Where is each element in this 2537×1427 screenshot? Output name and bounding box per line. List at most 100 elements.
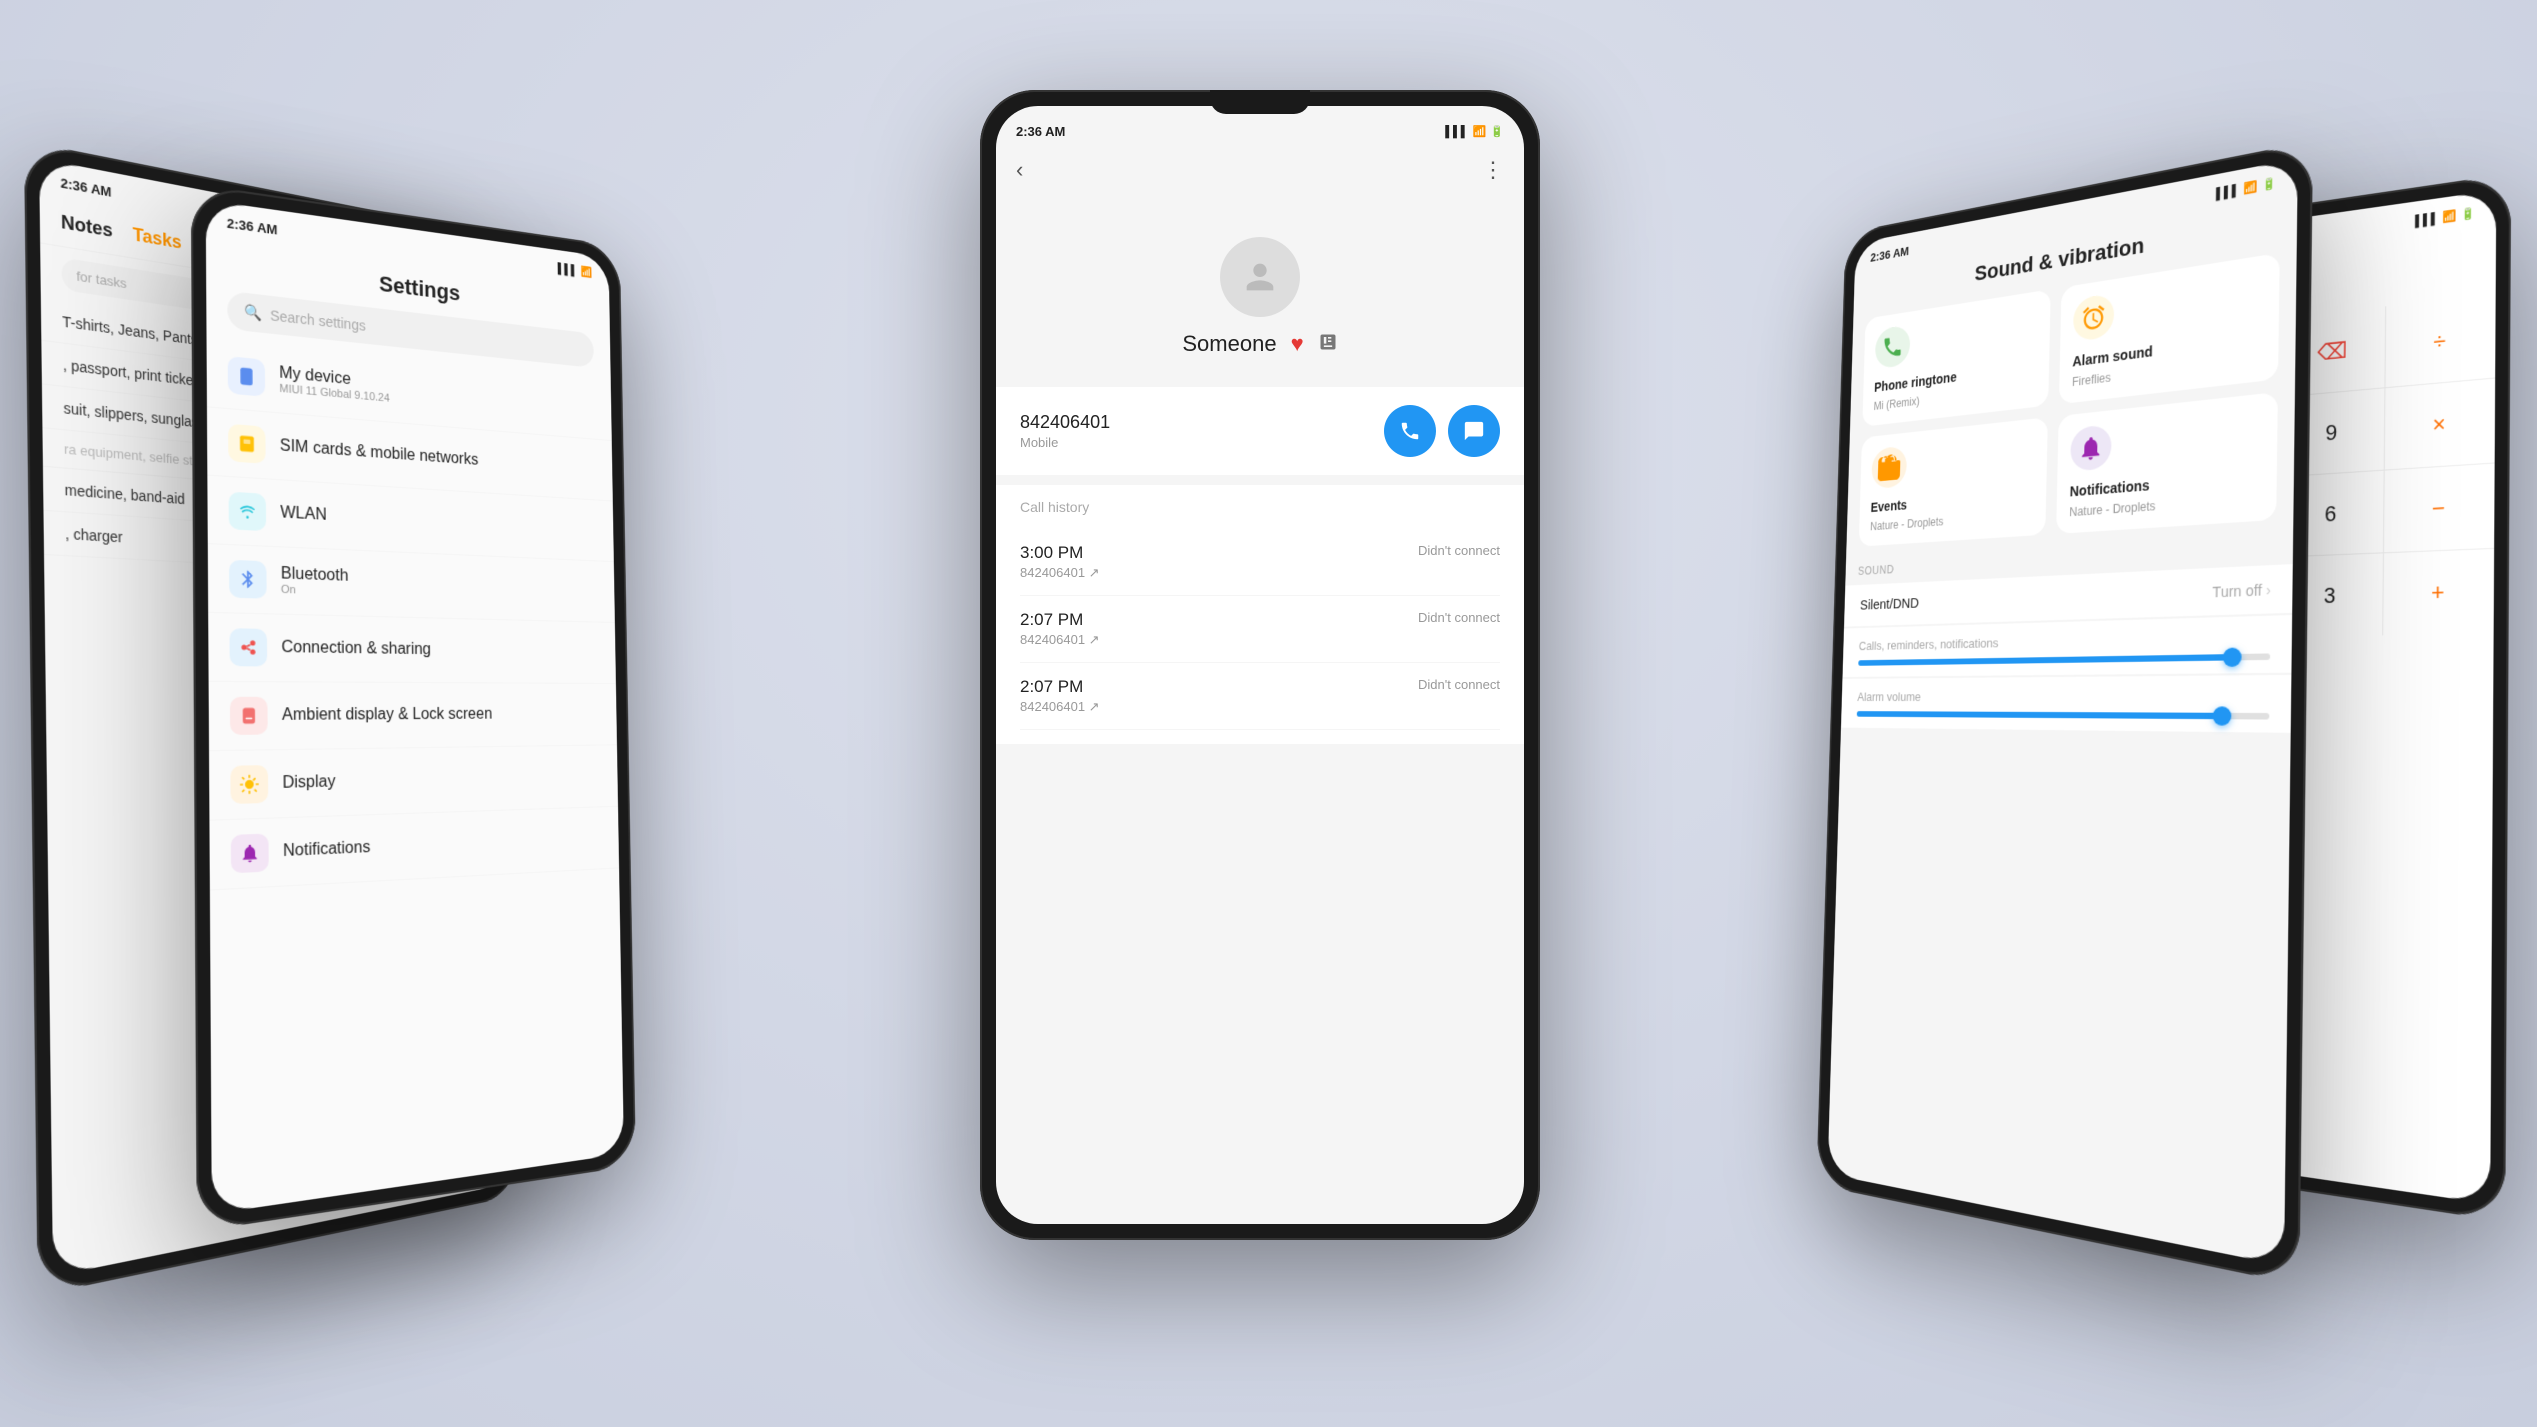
phone-right-sound: 2:36 AM ▌▌▌ 📶 🔋 Sound & vibration Phone …	[1816, 141, 2313, 1285]
wifi-calc: 📶	[2443, 209, 2457, 224]
heart-icon[interactable]: ♥	[1291, 331, 1304, 357]
dnd-label: Silent/DND	[1860, 595, 1919, 613]
tab-notes[interactable]: Notes	[61, 211, 113, 242]
bluetooth-icon	[229, 560, 267, 599]
call-history-section: Call history 3:00 PM 842406401 ↗ Didn't …	[996, 485, 1524, 744]
wlan-icon	[229, 492, 267, 532]
connection-icon	[229, 628, 267, 666]
message-button[interactable]	[1448, 405, 1500, 457]
more-button[interactable]: ⋮	[1482, 157, 1504, 183]
calls-slider-fill	[1858, 654, 2232, 666]
notch	[1210, 90, 1310, 114]
calc-btn-minus[interactable]: −	[2384, 464, 2495, 553]
display-icon	[230, 765, 268, 804]
notifications-sound-icon	[2070, 424, 2112, 472]
phone-center-call: 2:36 AM ▌▌▌ 📶 🔋 ‹ ⋮ Someone ♥	[980, 90, 1540, 1240]
events-icon	[1871, 446, 1907, 490]
phones-container: 2:36 AM ▌▌▌ 📶 Notes Tasks ⋮ for tasks T-…	[0, 0, 2537, 1427]
phone-type: Mobile	[1020, 435, 1110, 450]
wifi-center: 📶	[1473, 125, 1487, 138]
signal-settings: ▌▌▌	[558, 263, 578, 277]
settings-item-connection[interactable]: Connection & sharing	[208, 613, 616, 684]
notifications-icon	[231, 833, 269, 873]
ambient-icon	[230, 697, 268, 735]
call-entry-2[interactable]: 2:07 PM 842406401 ↗ Didn't connect	[1020, 596, 1500, 663]
call-status: Didn't connect	[1418, 677, 1500, 692]
calc-btn-multiply[interactable]: ×	[2384, 379, 2495, 470]
calc-btn-divide[interactable]: ÷	[2385, 294, 2495, 387]
call-number: 842406401 ↗	[1020, 699, 1100, 715]
status-icons-center: ▌▌▌ 📶 🔋	[1445, 125, 1504, 138]
call-status: Didn't connect	[1418, 543, 1500, 558]
back-button[interactable]: ‹	[1016, 157, 1023, 183]
edit-icon[interactable]	[1318, 332, 1338, 357]
signal-right: ▌▌▌	[2216, 184, 2240, 201]
alarm-slider-label: Alarm volume	[1857, 688, 2270, 704]
battery-right: 🔋	[2262, 176, 2277, 192]
search-placeholder: Search settings	[270, 306, 366, 333]
calls-slider-label: Calls, reminders, notifications	[1859, 629, 2271, 653]
contact-section: Someone ♥	[996, 197, 1524, 387]
mydevice-text: My device MIUI 11 Global 9.10.24	[279, 364, 390, 405]
phone-settings: 2:36 AM ▌▌▌ 📶 Settings 🔍 Search settings…	[191, 183, 636, 1231]
call-info: 2:07 PM 842406401 ↗	[1020, 610, 1100, 648]
mydevice-icon	[228, 356, 266, 397]
settings-screen: 2:36 AM ▌▌▌ 📶 Settings 🔍 Search settings…	[206, 200, 624, 1214]
alarm-slider-thumb[interactable]	[2212, 706, 2231, 725]
phone-number-row: 842406401 Mobile	[1020, 405, 1500, 457]
call-entry-1[interactable]: 3:00 PM 842406401 ↗ Didn't connect	[1020, 529, 1500, 596]
call-header: ‹ ⋮	[996, 143, 1524, 197]
call-entry-row: 2:07 PM 842406401 ↗ Didn't connect	[1020, 677, 1500, 715]
call-info: 3:00 PM 842406401 ↗	[1020, 543, 1100, 581]
call-time: 3:00 PM	[1020, 543, 1100, 563]
sound-card-notifications[interactable]: Notifications Nature - Droplets	[2056, 392, 2278, 534]
contact-name: Someone	[1182, 331, 1276, 357]
call-button[interactable]	[1384, 405, 1436, 457]
alarm-slider-row: Alarm volume	[1841, 675, 2291, 733]
wifi-settings: 📶	[581, 265, 593, 279]
phone-number-section: 842406401 Mobile	[996, 387, 1524, 475]
bluetooth-text: Bluetooth On	[281, 565, 349, 598]
settings-item-ambient[interactable]: Ambient display & Lock screen	[209, 682, 617, 751]
tab-tasks[interactable]: Tasks	[133, 224, 182, 254]
wifi-right: 📶	[2244, 180, 2258, 196]
call-history-title: Call history	[1020, 499, 1500, 515]
status-icons-settings: ▌▌▌ 📶	[558, 262, 593, 279]
chevron-right-icon: ›	[2266, 581, 2271, 598]
call-entry-3[interactable]: 2:07 PM 842406401 ↗ Didn't connect	[1020, 663, 1500, 730]
search-placeholder: for tasks	[76, 268, 127, 291]
settings-item-notifications[interactable]: Notifications	[209, 807, 619, 891]
call-time: 2:07 PM	[1020, 610, 1100, 630]
time-settings: 2:36 AM	[227, 215, 278, 237]
dnd-value: Turn off	[2212, 581, 2262, 600]
alarm-icon	[2073, 293, 2114, 342]
phone-number: 842406401	[1020, 412, 1110, 433]
status-icons-calc: ▌▌▌ 📶 🔋	[2415, 206, 2475, 228]
phone-number-info: 842406401 Mobile	[1020, 412, 1110, 450]
alarm-slider-track[interactable]	[1857, 711, 2270, 719]
signal-calc: ▌▌▌	[2415, 212, 2439, 227]
contact-avatar	[1220, 237, 1300, 317]
sound-screen: 2:36 AM ▌▌▌ 📶 🔋 Sound & vibration Phone …	[1827, 159, 2297, 1266]
calc-btn-plus[interactable]: +	[2383, 549, 2494, 636]
call-info: 2:07 PM 842406401 ↗	[1020, 677, 1100, 715]
signal-center: ▌▌▌	[1445, 126, 1468, 138]
call-number: 842406401 ↗	[1020, 632, 1100, 648]
sim-icon	[228, 424, 266, 464]
call-time: 2:07 PM	[1020, 677, 1100, 697]
call-screen: 2:36 AM ▌▌▌ 📶 🔋 ‹ ⋮ Someone ♥	[996, 106, 1524, 1224]
search-icon: 🔍	[244, 303, 262, 322]
calls-slider-track[interactable]	[1858, 653, 2270, 665]
alarm-slider-fill	[1857, 711, 2222, 719]
contact-name-row: Someone ♥	[1182, 331, 1337, 357]
sound-card-events[interactable]: Events Nature - Droplets	[1859, 417, 2048, 546]
call-status: Didn't connect	[1418, 610, 1500, 625]
time-center: 2:36 AM	[1016, 124, 1065, 139]
call-number: 842406401 ↗	[1020, 565, 1100, 581]
ringtone-icon	[1875, 324, 1911, 369]
dnd-value-row: Turn off ›	[2212, 581, 2271, 600]
battery-center: 🔋	[1490, 125, 1504, 138]
action-buttons	[1384, 405, 1500, 457]
calls-slider-thumb[interactable]	[2223, 647, 2242, 666]
battery-calc: 🔋	[2461, 206, 2475, 221]
